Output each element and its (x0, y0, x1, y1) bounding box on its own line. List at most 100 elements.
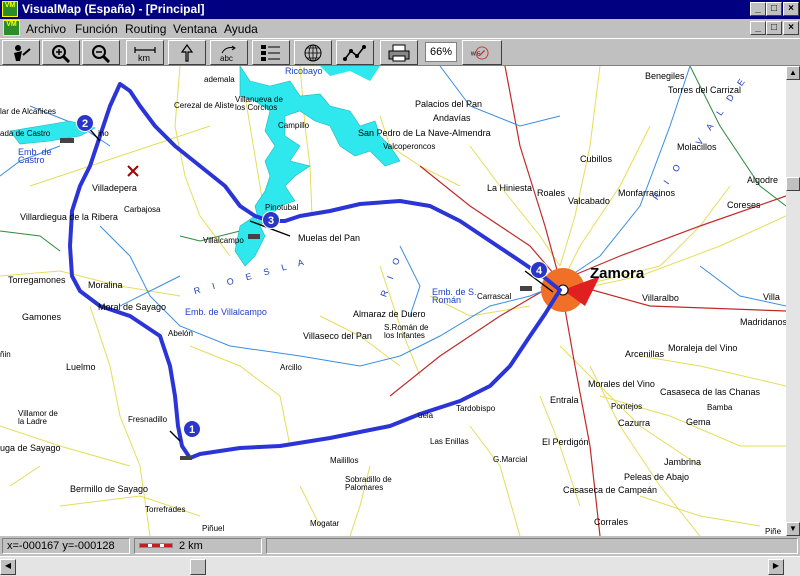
label-casaseca[interactable]: Casaseca de las Chanas (660, 388, 760, 397)
info-button[interactable] (2, 40, 40, 65)
zoom-out-button[interactable] (82, 40, 120, 65)
label-luelmo[interactable]: Luelmo (66, 363, 96, 372)
doc-restore-button[interactable]: □ (766, 21, 782, 35)
scroll-up-button[interactable]: ▲ (786, 66, 800, 80)
maximize-button[interactable]: □ (766, 2, 782, 16)
zoom-in-button[interactable] (42, 40, 80, 65)
label-ena[interactable]: ñin (0, 351, 11, 359)
close-button[interactable]: × (783, 2, 799, 16)
label-fariza[interactable]: uga de Sayago (0, 444, 61, 453)
label-roales[interactable]: Roales (537, 189, 565, 198)
label-villa-right[interactable]: Villa (763, 293, 780, 302)
label-mailillos[interactable]: Mailillos (330, 457, 358, 465)
label-ricobayo[interactable]: Ricobayo (285, 67, 323, 76)
label-ano[interactable]: ino (98, 130, 109, 138)
menu-ventana[interactable]: Ventana (173, 22, 217, 36)
label-valcoperoncos[interactable]: Valcoperoncos (383, 143, 435, 151)
label-bermillo[interactable]: Bermillo de Sayago (70, 485, 148, 494)
label-ruela[interactable]: uela (418, 412, 433, 420)
label-arcillo[interactable]: Arcillo (280, 364, 302, 372)
label-gamones[interactable]: Gamones (22, 313, 61, 322)
label-coreses[interactable]: Coreses (727, 201, 761, 210)
label-lasenillas[interactable]: Las Enillas (430, 438, 469, 446)
label-pinotubal[interactable]: Pinotubal (265, 204, 298, 212)
waypoint-4[interactable]: 4 (530, 261, 548, 279)
label-molacillos[interactable]: Molacillos (677, 143, 717, 152)
label-gema[interactable]: Gema (686, 418, 711, 427)
label-hiniesta[interactable]: La Hiniesta (487, 184, 532, 193)
label-casaseca-campean[interactable]: Casaseca de Campeán (563, 486, 657, 495)
horizontal-scroll-thumb[interactable] (190, 559, 206, 575)
label-almaraz[interactable]: Almaraz de Duero (353, 310, 426, 319)
menu-ayuda[interactable]: Ayuda (224, 22, 258, 36)
label-peleas[interactable]: Peleas de Abajo (624, 473, 689, 482)
label-sobradillo[interactable]: Sobradillo de Palomares (345, 476, 400, 492)
label-andavias[interactable]: Andavías (433, 114, 471, 123)
label-jambrina[interactable]: Jambrina (664, 458, 701, 467)
label-morales[interactable]: Morales del Vino (588, 380, 655, 389)
label-villaseco[interactable]: Villaseco del Pan (303, 332, 372, 341)
label-muelas[interactable]: Muelas del Pan (298, 234, 360, 243)
label-benegiles[interactable]: Benegiles (645, 72, 685, 81)
label-torregamones[interactable]: Torregamones (8, 276, 66, 285)
doc-minimize-button[interactable]: _ (750, 21, 766, 35)
label-arcenillas[interactable]: Arcenillas (625, 350, 664, 359)
label-palacios[interactable]: Palacios del Pan (415, 100, 482, 109)
waypoint-3[interactable]: 3 (262, 211, 280, 229)
label-villar-alcanices[interactable]: lar de Alcañices (0, 108, 56, 116)
label-button[interactable]: abc (210, 40, 248, 65)
label-sroman[interactable]: S.Román de los Infantes (384, 324, 434, 340)
menu-funcion[interactable]: Función (75, 22, 118, 36)
label-moral[interactable]: Moral de Sayago (98, 303, 166, 312)
label-villanueva[interactable]: Villanueva de los Corchos (235, 96, 285, 112)
menu-archivo[interactable]: Archivo (26, 22, 66, 36)
north-button[interactable] (168, 40, 206, 65)
label-corrales[interactable]: Corrales (594, 518, 628, 527)
scroll-left-button[interactable]: ◀ (0, 559, 16, 575)
label-pinuel[interactable]: Piñuel (202, 525, 224, 533)
waypoint-2[interactable]: 2 (76, 114, 94, 132)
grid-button[interactable] (294, 40, 332, 65)
document-icon[interactable]: VM (3, 20, 20, 36)
horizontal-scrollbar[interactable]: ◀ ▶ (0, 556, 800, 576)
minimize-button[interactable]: _ (750, 2, 766, 16)
route-line-button[interactable] (336, 40, 374, 65)
label-villadepera[interactable]: Villadepera (92, 184, 137, 193)
label-pinero[interactable]: Piñe (765, 528, 781, 536)
doc-close-button[interactable]: × (783, 21, 799, 35)
label-moraleja[interactable]: Moraleja del Vino (668, 344, 737, 353)
map-canvas[interactable]: 2 3 4 1 Zamora Ricobayo Benegiles Torres… (0, 66, 786, 536)
label-madridanos[interactable]: Madridanos (740, 318, 786, 327)
label-mogatar[interactable]: Mogatar (310, 520, 339, 528)
label-pontejos[interactable]: Pontejos (611, 403, 642, 411)
label-fonfria[interactable]: ada de Castro (0, 130, 50, 138)
waypoint-1[interactable]: 1 (183, 420, 201, 438)
label-campillo[interactable]: Campillo (278, 122, 309, 130)
measure-button[interactable]: km (126, 40, 164, 65)
label-cerezal[interactable]: Cerezal de Aliste (174, 102, 234, 110)
route-list-button[interactable] (252, 40, 290, 65)
print-button[interactable] (380, 40, 418, 65)
label-sanpedro[interactable]: San Pedro de La Nave-Almendra (358, 129, 491, 138)
vertical-scroll-thumb[interactable] (786, 177, 800, 191)
zoom-level-field[interactable]: 66% (425, 42, 457, 62)
label-moralina[interactable]: Moralina (88, 281, 123, 290)
vertical-scrollbar[interactable]: ▲ ▼ (786, 66, 800, 536)
label-fresnadillo[interactable]: Fresnadillo (128, 416, 167, 424)
city-zamora[interactable]: Zamora (590, 266, 644, 281)
label-cazurra[interactable]: Cazurra (618, 419, 650, 428)
label-cubillos[interactable]: Cubillos (580, 155, 612, 164)
label-gmarcial[interactable]: G.Marcial (493, 456, 527, 464)
scroll-right-button[interactable]: ▶ (768, 559, 784, 575)
menu-routing[interactable]: Routing (125, 22, 166, 36)
compass-button[interactable]: W E (462, 40, 502, 65)
label-perdigon[interactable]: El Perdigón (542, 438, 589, 447)
label-torrefrades[interactable]: Torrefrades (145, 506, 185, 514)
label-algodre[interactable]: Algodre (747, 176, 778, 185)
label-carbajosa[interactable]: Carbajosa (124, 206, 160, 214)
label-entrala[interactable]: Entrala (550, 396, 579, 405)
scroll-down-button[interactable]: ▼ (786, 522, 800, 536)
label-carrascal[interactable]: Carrascal (477, 293, 511, 301)
label-ademala[interactable]: ademala (204, 76, 235, 84)
label-bamba[interactable]: Bamba (707, 404, 732, 412)
